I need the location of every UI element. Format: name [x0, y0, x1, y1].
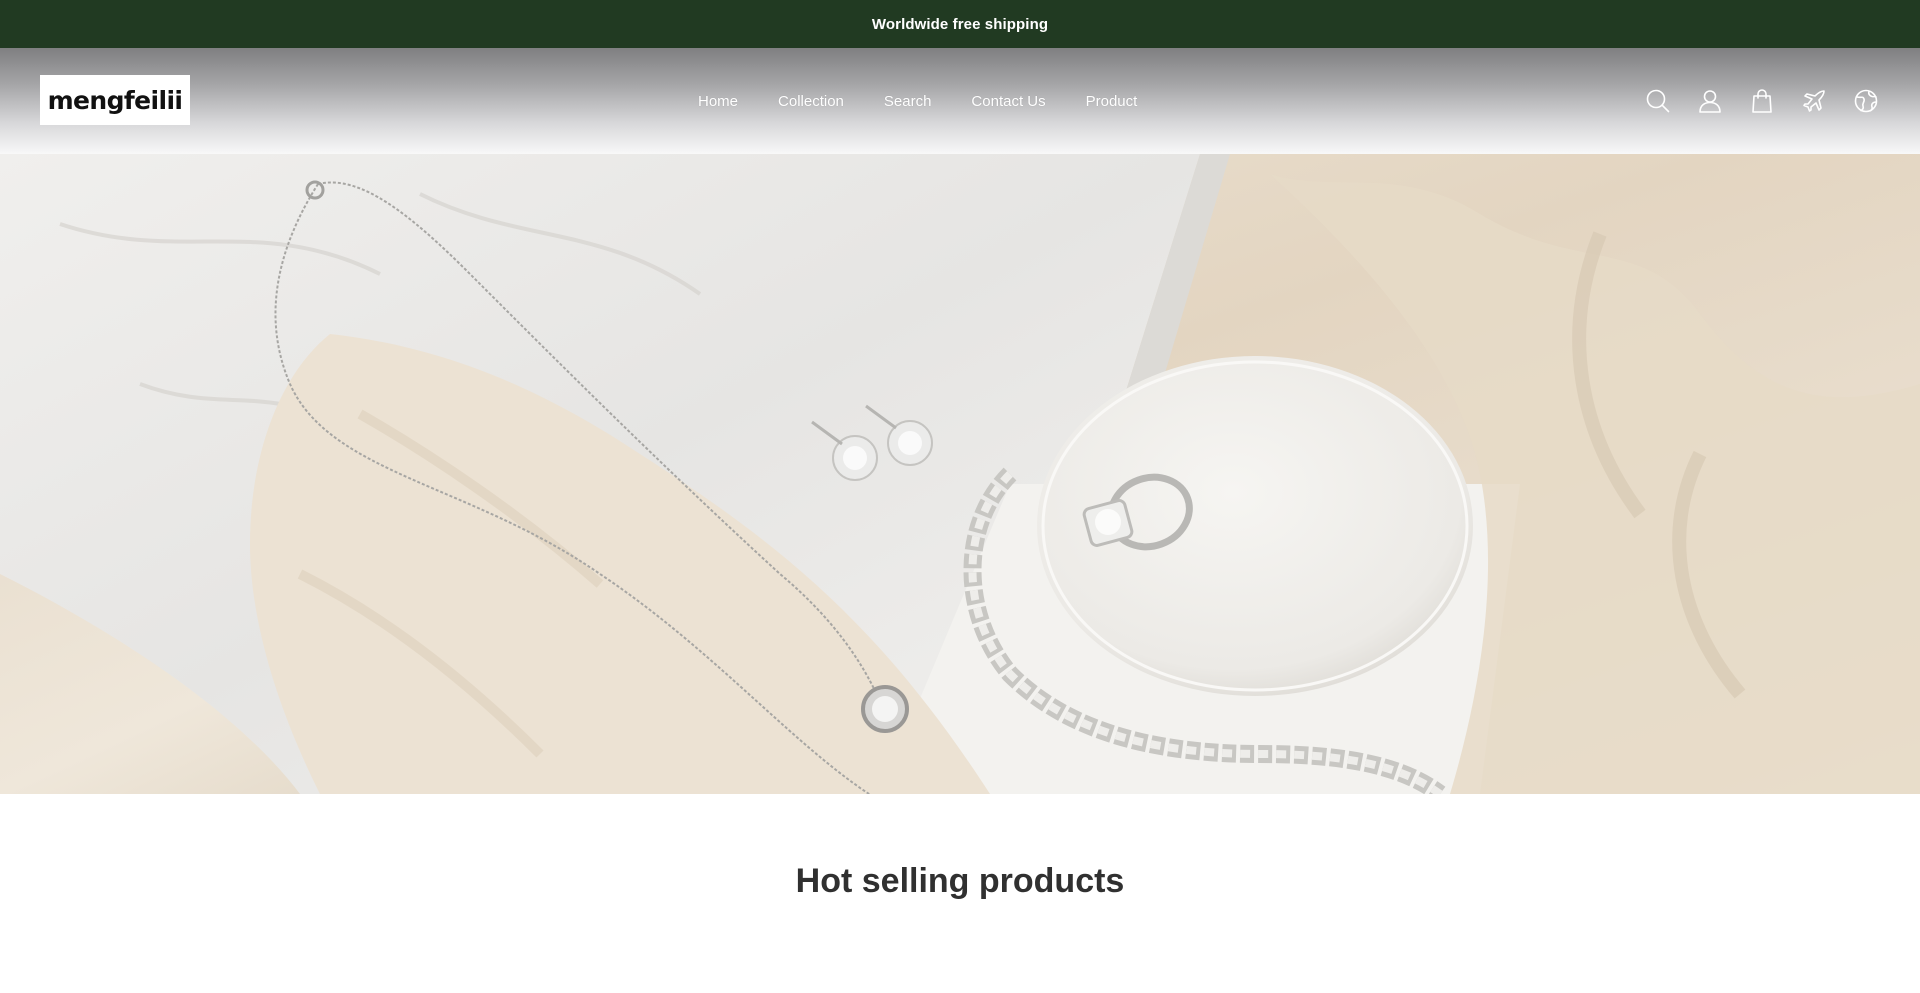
- globe-icon[interactable]: [1852, 87, 1880, 115]
- main-nav: Home Collection Search Contact Us Produc…: [698, 48, 1177, 154]
- nav-collection[interactable]: Collection: [778, 93, 844, 110]
- header-icons: [1620, 48, 1880, 154]
- cart-icon[interactable]: [1748, 87, 1776, 115]
- nav-product[interactable]: Product: [1086, 93, 1138, 110]
- site-header: mengfeilii Home Collection Search Contac…: [0, 48, 1920, 154]
- account-icon[interactable]: [1696, 87, 1724, 115]
- search-icon[interactable]: [1644, 87, 1672, 115]
- announcement-text: Worldwide free shipping: [871, 15, 1049, 33]
- logo-text: mengfeilii: [47, 85, 183, 115]
- announcement-bar: Worldwide free shipping: [0, 0, 1920, 48]
- nav-home[interactable]: Home: [698, 93, 738, 110]
- hero-image: [0, 154, 1920, 794]
- hero-banner[interactable]: [0, 154, 1920, 794]
- nav-search[interactable]: Search: [884, 93, 932, 110]
- hot-selling-title: Hot selling products: [795, 862, 1125, 900]
- logo[interactable]: mengfeilii: [40, 75, 190, 125]
- nav-contact-us[interactable]: Contact Us: [971, 93, 1045, 110]
- plane-icon[interactable]: [1800, 87, 1828, 115]
